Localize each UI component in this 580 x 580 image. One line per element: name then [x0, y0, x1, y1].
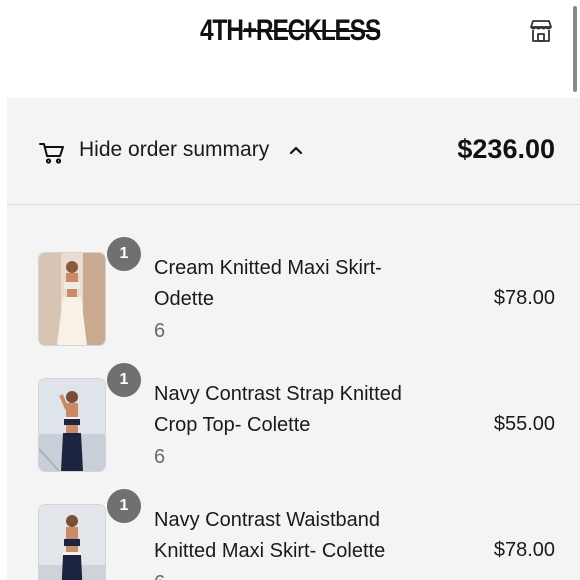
scrollbar[interactable]: [573, 6, 577, 92]
brand-logo[interactable]: 4TH+RECKLESS: [52, 14, 528, 48]
product-image: [38, 378, 106, 472]
product-price: $78.00: [493, 287, 555, 309]
product-image: [38, 504, 106, 580]
quantity-badge: 1: [107, 489, 141, 523]
cart-icon: [39, 143, 64, 164]
logo-text-part3: RECKLESS: [255, 14, 381, 47]
product-name: Cream Knitted Maxi Skirt- Odette: [154, 257, 382, 310]
line-item: 1 Cream Knitted Maxi Skirt- Odette 6 $78…: [7, 237, 580, 357]
product-variant: 6: [154, 572, 165, 580]
quantity-badge: 1: [107, 237, 141, 271]
logo-text-part2: +: [242, 14, 257, 47]
line-items-list: 1 Cream Knitted Maxi Skirt- Odette 6 $78…: [7, 205, 580, 580]
line-item: 1 Navy Contrast Waistband Knitted Maxi S…: [7, 489, 580, 580]
order-summary-toggle[interactable]: Hide order summary $236.00: [7, 98, 580, 205]
product-image: [38, 252, 106, 346]
store-icon[interactable]: [527, 17, 555, 45]
order-total: $236.00: [457, 134, 555, 164]
product-name: Navy Contrast Waistband Knitted Maxi Ski…: [154, 509, 386, 562]
quantity-badge: 1: [107, 363, 141, 397]
toggle-summary-label[interactable]: Hide order summary: [79, 138, 269, 162]
product-variant: 6: [154, 446, 166, 468]
product-price: $78.00: [493, 539, 555, 561]
product-name: Navy Contrast Strap Knitted Crop Top- Co…: [154, 383, 402, 436]
product-variant: 6: [154, 320, 166, 342]
header: 4TH+RECKLESS: [0, 0, 580, 98]
product-price: $55.00: [493, 413, 555, 435]
logo-text-part1: 4TH: [199, 14, 244, 47]
chevron-up-icon: [289, 146, 303, 155]
line-item: 1 Navy Contrast Strap Knitted Crop Top- …: [7, 363, 580, 483]
